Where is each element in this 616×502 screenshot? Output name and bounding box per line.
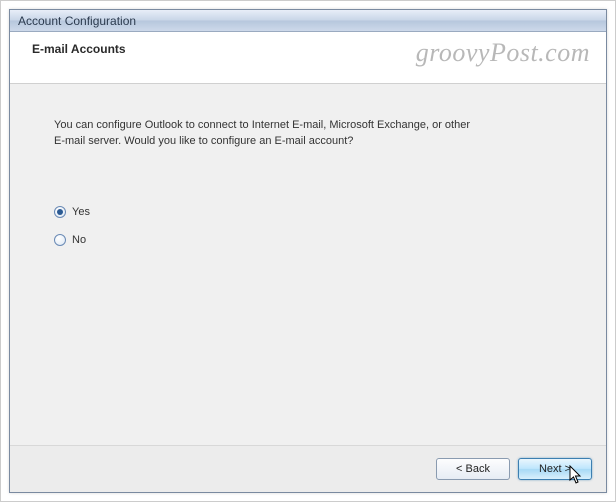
wizard-content: You can configure Outlook to connect to … (10, 84, 606, 446)
wizard-footer: < Back Next > (10, 446, 606, 492)
radio-no[interactable] (54, 234, 66, 246)
radio-yes[interactable] (54, 206, 66, 218)
option-yes-label: Yes (72, 206, 90, 218)
wizard-header: E-mail Accounts groovyPost.com (10, 32, 606, 84)
page-title: E-mail Accounts (32, 42, 590, 56)
back-button[interactable]: < Back (436, 458, 510, 480)
dialog-window: Account Configuration E-mail Accounts gr… (9, 9, 607, 493)
outer-frame: Account Configuration E-mail Accounts gr… (0, 0, 616, 502)
next-button[interactable]: Next > (518, 458, 592, 480)
prompt-text: You can configure Outlook to connect to … (54, 118, 484, 150)
option-no[interactable]: No (54, 234, 562, 246)
option-yes[interactable]: Yes (54, 206, 562, 218)
options-group: Yes No (54, 206, 562, 246)
window-title: Account Configuration (18, 14, 136, 28)
titlebar: Account Configuration (10, 10, 606, 32)
option-no-label: No (72, 234, 86, 246)
